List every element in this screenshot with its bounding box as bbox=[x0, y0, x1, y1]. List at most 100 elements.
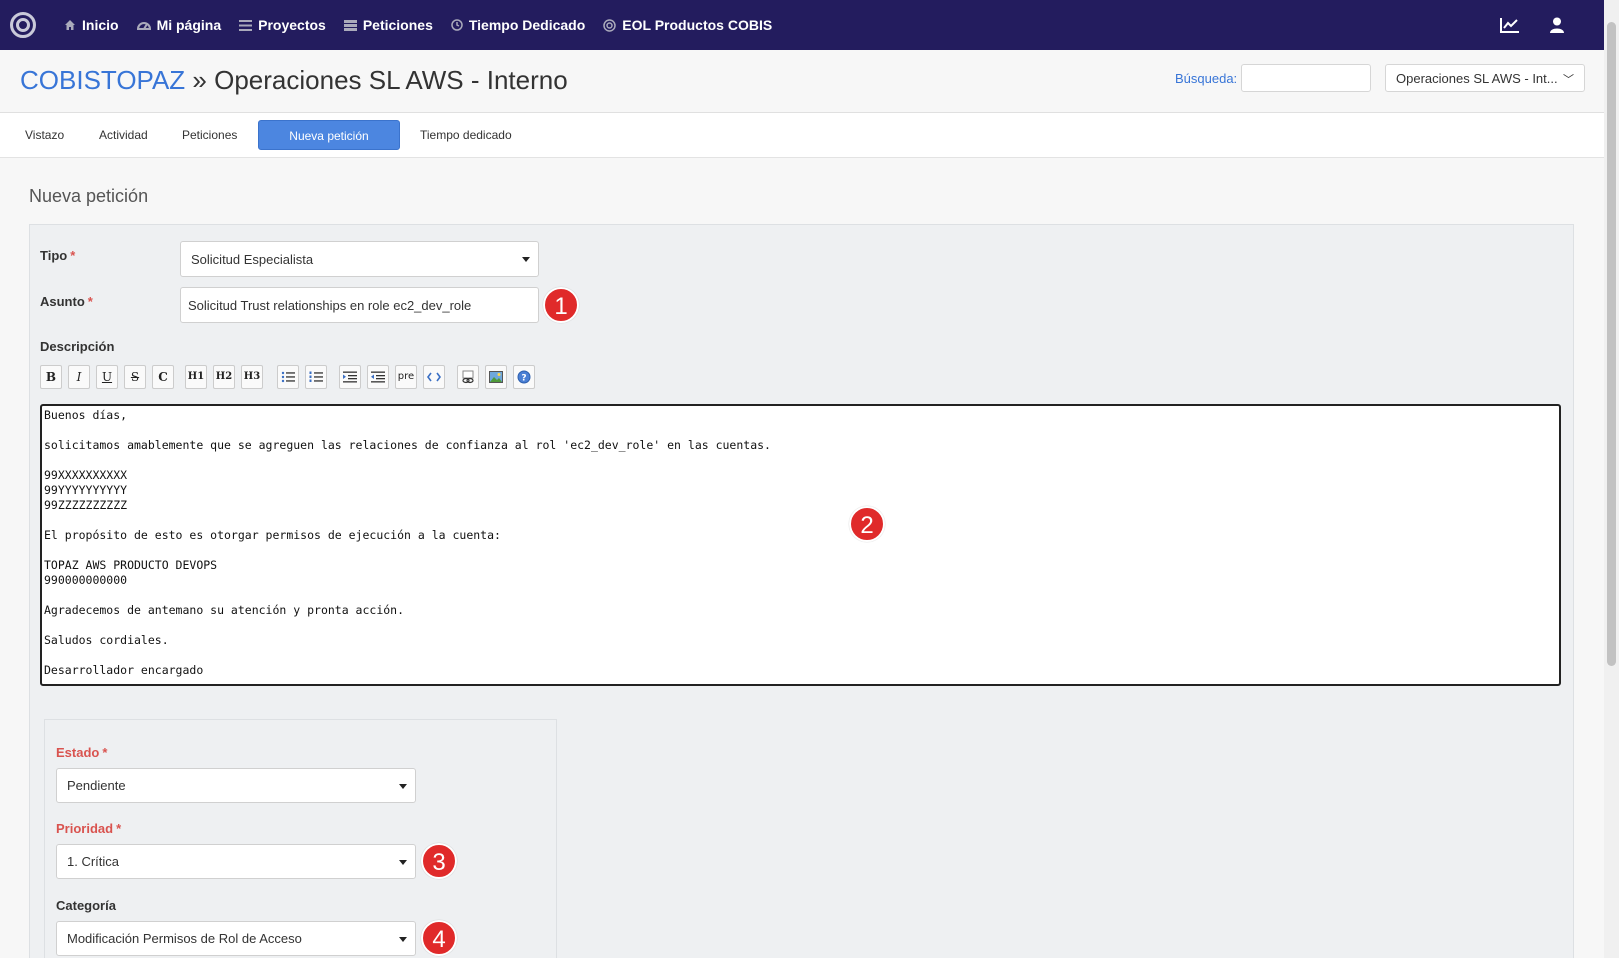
list-icon bbox=[239, 19, 253, 31]
tab-peticiones[interactable]: Peticiones bbox=[182, 120, 237, 150]
project-jump-value: Operaciones SL AWS - Int... bbox=[1396, 71, 1558, 86]
search-input[interactable] bbox=[1241, 64, 1371, 92]
description-textarea[interactable]: Buenos días, solicitamos amablemente que… bbox=[40, 404, 1561, 686]
help-icon: ? bbox=[517, 370, 531, 384]
annotation-marker-4: 4 bbox=[421, 920, 457, 956]
strikethrough-button[interactable]: S bbox=[124, 365, 146, 389]
nav-item-proyectos[interactable]: Proyectos bbox=[239, 17, 326, 33]
nav-item-label: Proyectos bbox=[258, 17, 326, 33]
link-icon bbox=[462, 370, 474, 384]
categoria-label: Categoría bbox=[56, 898, 116, 913]
nav-item-mi-pagina[interactable]: Mi página bbox=[136, 17, 222, 33]
outdent-button[interactable] bbox=[367, 365, 389, 389]
nav-item-tiempo-dedicado[interactable]: Tiempo Dedicado bbox=[451, 17, 585, 33]
help-button[interactable]: ? bbox=[513, 365, 535, 389]
annotation-marker-3: 3 bbox=[421, 843, 457, 879]
preformatted-button[interactable]: pre bbox=[395, 365, 417, 389]
numbered-list-icon bbox=[309, 371, 323, 382]
heading-2-button[interactable]: H2 bbox=[213, 365, 235, 389]
underline-button[interactable]: U bbox=[96, 365, 118, 389]
page-heading: Nueva petición bbox=[29, 186, 149, 206]
indent-button[interactable] bbox=[339, 365, 361, 389]
tipo-select-value: Solicitud Especialista bbox=[191, 251, 314, 267]
project-jump-select[interactable]: Operaciones SL AWS - Int... ﹀ bbox=[1385, 64, 1585, 92]
estado-select[interactable]: Pendiente bbox=[56, 768, 416, 803]
main-menu: Inicio Mi página Proyectos Peticiones Ti… bbox=[64, 17, 790, 33]
title-separator: » bbox=[185, 65, 215, 95]
tab-tiempo-dedicado[interactable]: Tiempo dedicado bbox=[420, 120, 512, 150]
nav-item-label: Mi página bbox=[156, 17, 222, 33]
tab-vistazo[interactable]: Vistazo bbox=[25, 120, 64, 150]
bold-button[interactable]: B bbox=[40, 365, 62, 389]
categoria-select-value: Modificación Permisos de Rol de Acceso bbox=[67, 931, 302, 946]
chart-icon[interactable] bbox=[1500, 17, 1520, 33]
home-icon bbox=[65, 20, 75, 30]
required-mark: * bbox=[102, 745, 108, 760]
estado-label-text: Estado bbox=[56, 745, 100, 760]
search-label: Búsqueda: bbox=[1175, 71, 1238, 86]
asunto-input[interactable]: Solicitud Trust relationships en role ec… bbox=[180, 287, 539, 323]
nav-item-eol-productos[interactable]: EOL Productos COBIS bbox=[603, 17, 772, 33]
italic-button[interactable]: I bbox=[68, 365, 90, 389]
scrollbar-thumb[interactable] bbox=[1607, 22, 1616, 666]
tipo-label-text: Tipo bbox=[40, 248, 68, 263]
prioridad-label: Prioridad * bbox=[56, 821, 121, 836]
wiki-link-button[interactable] bbox=[457, 365, 479, 389]
code-icon bbox=[427, 372, 441, 382]
tipo-select[interactable]: Solicitud Especialista bbox=[180, 241, 539, 277]
project-tabs: Vistazo Actividad Peticiones Nueva petic… bbox=[0, 113, 1604, 158]
descripcion-label: Descripción bbox=[40, 339, 115, 354]
tab-actividad[interactable]: Actividad bbox=[99, 120, 148, 150]
project-name: Operaciones SL AWS - Interno bbox=[214, 65, 568, 95]
indent-icon bbox=[343, 371, 357, 383]
nav-item-label: Tiempo Dedicado bbox=[468, 17, 586, 33]
dashboard-icon bbox=[136, 22, 151, 30]
bullet-list-icon bbox=[281, 371, 295, 383]
estado-label: Estado * bbox=[56, 745, 107, 760]
required-mark: * bbox=[87, 294, 93, 309]
page-title: COBISTOPAZ » Operaciones SL AWS - Intern… bbox=[20, 65, 568, 96]
image-icon bbox=[489, 371, 503, 383]
nav-item-peticiones[interactable]: Peticiones bbox=[343, 17, 433, 33]
prioridad-label-text: Prioridad bbox=[56, 821, 114, 836]
nav-item-label: Inicio bbox=[82, 17, 119, 33]
project-header: COBISTOPAZ » Operaciones SL AWS - Intern… bbox=[0, 50, 1604, 113]
inline-code-button[interactable]: C bbox=[152, 365, 174, 389]
nav-item-label: Peticiones bbox=[362, 17, 433, 33]
image-button[interactable] bbox=[485, 365, 507, 389]
outdent-icon bbox=[371, 371, 385, 383]
caret-down-icon bbox=[399, 859, 407, 865]
page-scrollbar[interactable] bbox=[1604, 0, 1619, 958]
prioridad-select[interactable]: 1. Crítica bbox=[56, 844, 416, 879]
annotation-marker-1: 1 bbox=[543, 287, 579, 323]
nav-right-icons bbox=[1470, 0, 1564, 50]
parent-project-link[interactable]: COBISTOPAZ bbox=[20, 65, 185, 95]
asunto-label-text: Asunto bbox=[40, 294, 85, 309]
nav-item-inicio[interactable]: Inicio bbox=[64, 17, 119, 33]
categoria-select[interactable]: Modificación Permisos de Rol de Acceso bbox=[56, 921, 416, 956]
caret-down-icon bbox=[522, 257, 530, 262]
nav-item-label: EOL Productos COBIS bbox=[622, 17, 773, 33]
top-navigation-bar: Inicio Mi página Proyectos Peticiones Ti… bbox=[0, 0, 1604, 50]
clock-icon bbox=[451, 19, 463, 31]
caret-down-icon bbox=[399, 936, 407, 942]
annotation-marker-2: 2 bbox=[849, 506, 885, 542]
required-mark: * bbox=[116, 821, 122, 836]
svg-text:?: ? bbox=[521, 374, 526, 384]
tab-nueva-peticion[interactable]: Nueva petición bbox=[258, 120, 400, 150]
asunto-label: Asunto * bbox=[40, 294, 93, 309]
user-icon[interactable] bbox=[1550, 17, 1564, 33]
globe-icon bbox=[603, 18, 617, 32]
tipo-label: Tipo * bbox=[40, 248, 75, 263]
prioridad-select-value: 1. Crítica bbox=[67, 854, 120, 869]
ordered-list-button[interactable] bbox=[305, 365, 327, 389]
estado-select-value: Pendiente bbox=[67, 778, 126, 793]
heading-3-button[interactable]: H3 bbox=[241, 365, 263, 389]
required-mark: * bbox=[70, 248, 76, 263]
logo-icon[interactable] bbox=[10, 12, 36, 38]
code-highlight-button[interactable] bbox=[423, 365, 445, 389]
caret-down-icon bbox=[399, 783, 407, 789]
heading-1-button[interactable]: H1 bbox=[185, 365, 207, 389]
chevron-down-icon: ﹀ bbox=[1563, 74, 1574, 86]
unordered-list-button[interactable] bbox=[277, 365, 299, 389]
